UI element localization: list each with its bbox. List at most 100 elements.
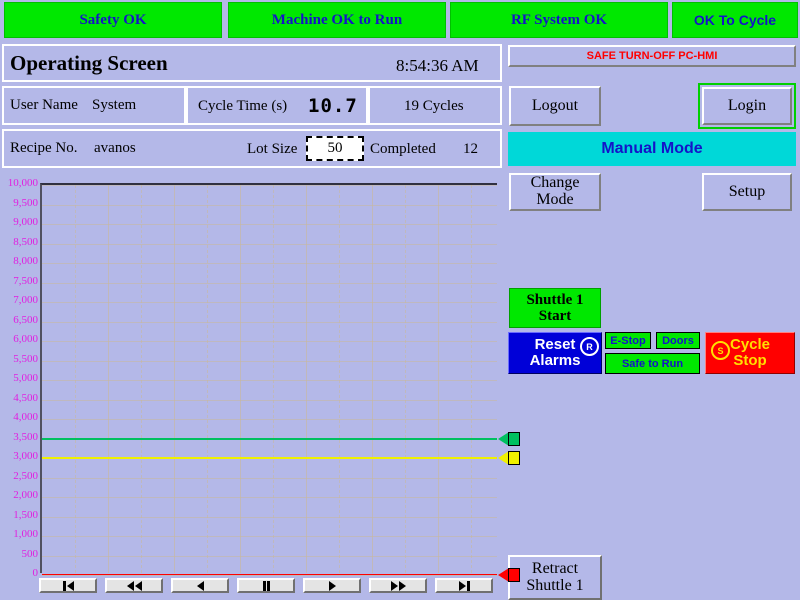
chart-y-tick-label: 5,000 bbox=[13, 372, 38, 384]
bar-icon bbox=[266, 580, 270, 591]
chart-y-tick-label: 4,000 bbox=[13, 411, 38, 423]
chart-gridline-v bbox=[372, 185, 373, 573]
chart-gridline-v-minor bbox=[207, 185, 209, 573]
chart-gridline-v bbox=[108, 185, 109, 573]
chart-gridline-h bbox=[42, 185, 497, 186]
chart-gridline-h bbox=[42, 497, 497, 498]
chart-y-tick-label: 1,500 bbox=[13, 508, 38, 521]
status-indicator-safety[interactable]: Safety OK bbox=[4, 2, 222, 38]
retract-shuttle-1-button[interactable]: Retract Shuttle 1 bbox=[508, 555, 602, 600]
triangle-icon bbox=[398, 580, 406, 591]
reset-alarms-indicator-icon: R bbox=[580, 337, 599, 356]
transport-button-play[interactable] bbox=[303, 578, 361, 593]
chart-gridline-h bbox=[42, 243, 497, 245]
shuttle-1-start-label-line2: Start bbox=[538, 308, 572, 324]
retract-shuttle-label-line1: Retract bbox=[531, 559, 579, 577]
chart-gridline-v bbox=[174, 185, 175, 573]
chart-marker-box-setpoint-high[interactable] bbox=[508, 431, 520, 446]
retract-shuttle-label-line2: Shuttle 1 bbox=[526, 576, 584, 594]
chart-y-tick-label: 9,500 bbox=[13, 196, 38, 209]
status-indicator-ok-to-cycle[interactable]: OK To Cycle bbox=[672, 2, 798, 38]
chart-y-tick-label: 500 bbox=[21, 547, 39, 560]
lot-size-label: Lot Size bbox=[247, 141, 298, 157]
chart-y-tick-label: 2,000 bbox=[13, 489, 38, 501]
cycle-count-value: 19 Cycles bbox=[404, 98, 464, 114]
chart-gridline-v bbox=[438, 185, 439, 573]
lot-size-input[interactable]: 50 bbox=[306, 136, 364, 161]
chart-y-tick-label: 10,000 bbox=[7, 177, 38, 189]
chart-series-line-setpoint-high bbox=[42, 437, 497, 440]
status-indicator-machine[interactable]: Machine OK to Run bbox=[228, 2, 446, 38]
chart-y-tick-label: 8,500 bbox=[13, 235, 38, 248]
bar-icon bbox=[62, 580, 66, 591]
chart-marker-box-setpoint-low[interactable] bbox=[508, 451, 520, 465]
safe-turnoff-button[interactable]: SAFE TURN-OFF PC-HMI bbox=[508, 45, 796, 67]
change-mode-button[interactable]: Change Mode bbox=[509, 173, 601, 211]
logout-button[interactable]: Logout bbox=[509, 86, 601, 126]
chart-y-tick-label: 3,000 bbox=[13, 450, 38, 462]
transport-button-pause[interactable] bbox=[237, 578, 295, 593]
transport-button-skip-to-start[interactable] bbox=[39, 578, 97, 593]
user-name-label: User Name bbox=[10, 97, 78, 113]
cycle-stop-indicator-icon: S bbox=[711, 341, 730, 360]
chart-gridline-h bbox=[42, 360, 497, 362]
chart-gridline-h bbox=[42, 575, 497, 576]
completed-value: 12 bbox=[463, 141, 478, 157]
doors-indicator[interactable]: Doors bbox=[656, 332, 700, 349]
chart-gridline-v-minor bbox=[141, 185, 143, 573]
chart-y-tick-label: 6,000 bbox=[13, 333, 38, 345]
reset-alarms-label-line2: Alarms bbox=[529, 352, 581, 369]
chart-series-line-setpoint-low bbox=[42, 457, 497, 459]
shuttle-1-start-button[interactable]: Shuttle 1 Start bbox=[509, 288, 601, 328]
bar-icon bbox=[466, 580, 470, 591]
chart-gridline-h bbox=[42, 341, 497, 342]
chart-gridline-h bbox=[42, 380, 497, 381]
triangle-icon bbox=[458, 580, 466, 591]
chart-y-tick-label: 3,500 bbox=[13, 430, 38, 443]
transport-button-skip-to-end[interactable] bbox=[435, 578, 493, 593]
mode-indicator: Manual Mode bbox=[508, 132, 796, 166]
estop-indicator[interactable]: E-Stop bbox=[605, 332, 651, 349]
chart-gridline-h bbox=[42, 302, 497, 303]
triangle-icon bbox=[390, 580, 398, 591]
chart-gridline-h bbox=[42, 399, 497, 401]
chart-marker-box-baseline[interactable] bbox=[508, 568, 520, 582]
chart-gridline-v bbox=[306, 185, 307, 573]
bar-icon bbox=[262, 580, 266, 591]
chart-series-line-baseline bbox=[42, 574, 497, 575]
chart-y-tick-label: 5,500 bbox=[13, 352, 38, 365]
chart-y-tick-label: 6,500 bbox=[13, 313, 38, 326]
triangle-icon bbox=[196, 580, 204, 591]
transport-button-fast-forward[interactable] bbox=[369, 578, 427, 593]
chart-y-tick-label: 4,500 bbox=[13, 391, 38, 404]
setup-button[interactable]: Setup bbox=[702, 173, 792, 211]
user-name-value: System bbox=[92, 97, 137, 113]
triangle-icon bbox=[328, 580, 336, 591]
triangle-icon bbox=[66, 580, 74, 591]
login-button[interactable]: Login bbox=[702, 87, 792, 125]
chart-gridline-h bbox=[42, 282, 497, 284]
cycle-time-label: Cycle Time (s) bbox=[198, 98, 288, 114]
safe-to-run-indicator[interactable]: Safe to Run bbox=[605, 353, 700, 374]
shuttle-1-start-label-line1: Shuttle 1 bbox=[526, 291, 584, 308]
cycle-stop-label-line1: Cycle bbox=[729, 335, 771, 353]
status-indicator-rf-system[interactable]: RF System OK bbox=[450, 2, 668, 38]
status-indicator-bar: Safety OK Machine OK to Run RF System OK… bbox=[0, 0, 800, 40]
clock-time: 8:54:36 AM bbox=[396, 56, 479, 75]
completed-label: Completed bbox=[370, 141, 436, 157]
recipe-value: avanos bbox=[94, 140, 136, 156]
chart-gridline-h bbox=[42, 204, 497, 206]
chart-gridline-h bbox=[42, 555, 497, 557]
transport-button-step-back[interactable] bbox=[171, 578, 229, 593]
chart-gridline-v-minor bbox=[273, 185, 275, 573]
cycle-time-value: 10.7 bbox=[308, 95, 358, 117]
triangle-icon bbox=[126, 580, 134, 591]
chart-y-axis: 0 500 1,000 1,500 2,000 2,500 3,000 3,500 4,000 4… bbox=[0, 177, 39, 579]
chart-gridline-v bbox=[240, 185, 241, 573]
hmi-operating-screen: Safety OK Machine OK to Run RF System OK… bbox=[0, 0, 800, 600]
cycle-stop-label-line2: Stop bbox=[733, 352, 767, 369]
chart-y-tick-label: 2,500 bbox=[13, 469, 38, 482]
transport-button-rewind[interactable] bbox=[105, 578, 163, 593]
chart-plot-area[interactable] bbox=[40, 183, 520, 582]
recipe-label: Recipe No. bbox=[10, 140, 78, 156]
